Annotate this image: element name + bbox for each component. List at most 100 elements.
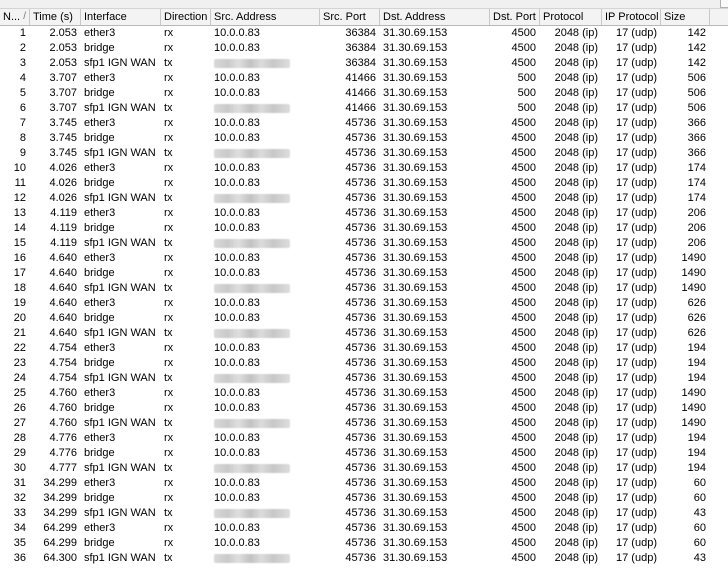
cell-dst-port: 4500 [511, 42, 536, 54]
column-header-interface[interactable]: Interface [81, 9, 161, 25]
column-header-ip-protocol[interactable]: IP Protocol [602, 9, 661, 25]
cell-dst-address: 31.30.69.153 [383, 72, 448, 84]
cell-dst-address: 31.30.69.153 [383, 87, 448, 99]
cell-number: 24 [13, 372, 26, 384]
cell-ip-protocol: 17 (udp) [616, 387, 657, 399]
cell-size: 142 [687, 42, 706, 54]
cell-ip-protocol: 17 (udp) [616, 432, 657, 444]
redacted-address [214, 374, 290, 383]
cell-src-address: 10.0.0.83 [214, 447, 260, 459]
packet-table: N... / Time (s) Interface Direction Src.… [0, 9, 728, 566]
table-row[interactable]: 36 64.300 sfp1 IGN WAN tx 45736 31.30.69.153 4… [0, 551, 728, 566]
redacted-address [214, 149, 290, 158]
table-row[interactable]: 12 4.026 sfp1 IGN WAN tx 45736 31.30.69.153 45… [0, 191, 728, 206]
cell-time: 4.640 [49, 312, 77, 324]
table-row[interactable]: 35 64.299 bridge rx 10.0.0.83 45736 31.30.69.1… [0, 536, 728, 551]
cell-direction: rx [164, 402, 174, 414]
table-row[interactable]: 31 34.299 ether3 rx 10.0.0.83 45736 31.30.69.1… [0, 476, 728, 491]
table-row[interactable]: 1 2.053 ether3 rx 10.0.0.83 36384 31.30.69.153… [0, 26, 728, 41]
table-row[interactable]: 18 4.640 sfp1 IGN WAN tx 45736 31.30.69.153 45… [0, 281, 728, 296]
table-row[interactable]: 24 4.754 sfp1 IGN WAN tx 45736 31.30.69.153 45… [0, 371, 728, 386]
cell-dst-port: 4500 [511, 57, 536, 69]
corner-handle[interactable] [720, 0, 728, 8]
table-row[interactable]: 3 2.053 sfp1 IGN WAN tx 36384 31.30.69.153 450… [0, 56, 728, 71]
cell-ip-protocol: 17 (udp) [616, 282, 657, 294]
cell-time: 4.026 [49, 192, 77, 204]
table-row[interactable]: 7 3.745 ether3 rx 10.0.0.83 45736 31.30.69.153… [0, 116, 728, 131]
cell-size: 206 [687, 207, 706, 219]
column-header-dst-port[interactable]: Dst. Port [490, 9, 540, 25]
table-row[interactable]: 9 3.745 sfp1 IGN WAN tx 45736 31.30.69.153 450… [0, 146, 728, 161]
column-header-size[interactable]: Size [661, 9, 710, 25]
table-row[interactable]: 28 4.776 ether3 rx 10.0.0.83 45736 31.30.69.15… [0, 431, 728, 446]
table-row[interactable]: 32 34.299 bridge rx 10.0.0.83 45736 31.30.69.1… [0, 491, 728, 506]
table-row[interactable]: 21 4.640 sfp1 IGN WAN tx 45736 31.30.69.153 45… [0, 326, 728, 341]
cell-dst-address: 31.30.69.153 [383, 387, 448, 399]
column-header-src-port[interactable]: Src. Port [320, 9, 380, 25]
cell-src-address: 10.0.0.83 [214, 312, 260, 324]
table-row[interactable]: 25 4.760 ether3 rx 10.0.0.83 45736 31.30.69.15… [0, 386, 728, 401]
cell-src-port: 45736 [345, 267, 376, 279]
table-row[interactable]: 17 4.640 bridge rx 10.0.0.83 45736 31.30.69.15… [0, 266, 728, 281]
column-header-number[interactable]: N... / [0, 9, 30, 25]
table-row[interactable]: 23 4.754 bridge rx 10.0.0.83 45736 31.30.69.15… [0, 356, 728, 371]
cell-direction: rx [164, 522, 174, 534]
redacted-address [214, 419, 290, 428]
cell-interface: bridge [84, 447, 115, 459]
cell-dst-address: 31.30.69.153 [383, 102, 448, 114]
cell-number: 32 [13, 492, 26, 504]
column-header-direction[interactable]: Direction [161, 9, 211, 25]
table-row[interactable]: 15 4.119 sfp1 IGN WAN tx 45736 31.30.69.153 45… [0, 236, 728, 251]
table-row[interactable]: 22 4.754 ether3 rx 10.0.0.83 45736 31.30.69.15… [0, 341, 728, 356]
column-header-protocol[interactable]: Protocol [540, 9, 602, 25]
cell-protocol: 2048 (ip) [554, 552, 598, 564]
cell-protocol: 2048 (ip) [554, 417, 598, 429]
table-row[interactable]: 27 4.760 sfp1 IGN WAN tx 45736 31.30.69.153 45… [0, 416, 728, 431]
table-row[interactable]: 33 34.299 sfp1 IGN WAN tx 45736 31.30.69.153 4… [0, 506, 728, 521]
table-row[interactable]: 30 4.777 sfp1 IGN WAN tx 45736 31.30.69.153 45… [0, 461, 728, 476]
cell-dst-address: 31.30.69.153 [383, 432, 448, 444]
cell-number: 16 [13, 252, 26, 264]
cell-dst-port: 4500 [511, 447, 536, 459]
cell-src-port: 36384 [345, 42, 376, 54]
cell-time: 4.640 [49, 282, 77, 294]
table-row[interactable]: 8 3.745 bridge rx 10.0.0.83 45736 31.30.69.153… [0, 131, 728, 146]
cell-protocol: 2048 (ip) [554, 132, 598, 144]
table-row[interactable]: 16 4.640 ether3 rx 10.0.0.83 45736 31.30.69.15… [0, 251, 728, 266]
cell-dst-port: 4500 [511, 402, 536, 414]
table-row[interactable]: 2 2.053 bridge rx 10.0.0.83 36384 31.30.69.153… [0, 41, 728, 56]
cell-src-address [211, 281, 320, 296]
cell-src-address [211, 416, 320, 431]
table-row[interactable]: 6 3.707 sfp1 IGN WAN tx 41466 31.30.69.153 500… [0, 101, 728, 116]
cell-dst-address: 31.30.69.153 [383, 372, 448, 384]
cell-direction: rx [164, 222, 174, 234]
table-row[interactable]: 4 3.707 ether3 rx 10.0.0.83 41466 31.30.69.153… [0, 71, 728, 86]
table-row[interactable]: 13 4.119 ether3 rx 10.0.0.83 45736 31.30.69.15… [0, 206, 728, 221]
cell-ip-protocol: 17 (udp) [616, 222, 657, 234]
table-row[interactable]: 29 4.776 bridge rx 10.0.0.83 45736 31.30.69.15… [0, 446, 728, 461]
cell-dst-address: 31.30.69.153 [383, 252, 448, 264]
table-row[interactable]: 11 4.026 bridge rx 10.0.0.83 45736 31.30.69.15… [0, 176, 728, 191]
cell-dst-port: 500 [517, 72, 536, 84]
column-header-time[interactable]: Time (s) [30, 9, 81, 25]
table-row[interactable]: 34 64.299 ether3 rx 10.0.0.83 45736 31.30.69.1… [0, 521, 728, 536]
cell-number: 7 [19, 117, 26, 129]
cell-dst-address: 31.30.69.153 [383, 492, 448, 504]
cell-dst-port: 4500 [511, 462, 536, 474]
cell-ip-protocol: 17 (udp) [616, 417, 657, 429]
cell-size: 1490 [681, 252, 706, 264]
cell-src-port: 45736 [345, 237, 376, 249]
table-row[interactable]: 20 4.640 bridge rx 10.0.0.83 45736 31.30.69.15… [0, 311, 728, 326]
table-row[interactable]: 5 3.707 bridge rx 10.0.0.83 41466 31.30.69.153… [0, 86, 728, 101]
table-row[interactable]: 26 4.760 bridge rx 10.0.0.83 45736 31.30.69.15… [0, 401, 728, 416]
cell-src-port: 45736 [345, 222, 376, 234]
table-row[interactable]: 10 4.026 ether3 rx 10.0.0.83 45736 31.30.69.15… [0, 161, 728, 176]
column-header-dst-address[interactable]: Dst. Address [380, 9, 490, 25]
column-header-src-address[interactable]: Src. Address [211, 9, 320, 25]
table-row[interactable]: 14 4.119 bridge rx 10.0.0.83 45736 31.30.69.15… [0, 221, 728, 236]
cell-size: 626 [687, 312, 706, 324]
cell-interface: bridge [84, 537, 115, 549]
table-row[interactable]: 19 4.640 ether3 rx 10.0.0.83 45736 31.30.69.15… [0, 296, 728, 311]
cell-direction: tx [164, 282, 173, 294]
cell-ip-protocol: 17 (udp) [616, 522, 657, 534]
